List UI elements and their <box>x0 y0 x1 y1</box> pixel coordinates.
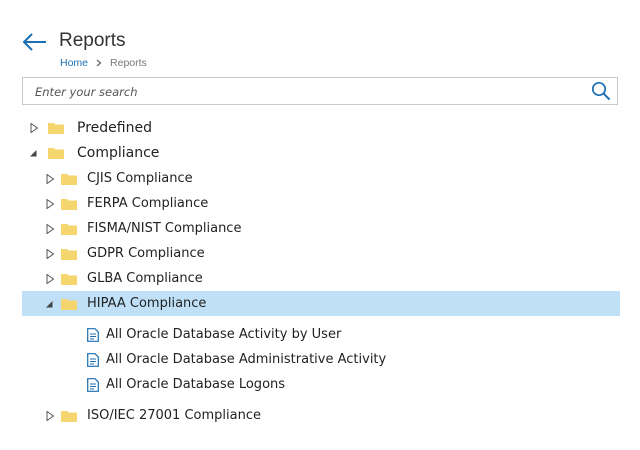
search-icon[interactable] <box>591 81 611 101</box>
breadcrumb-home-link[interactable]: Home <box>60 57 88 69</box>
folder-icon <box>61 248 77 260</box>
tree-item-gdpr-compliance[interactable]: GDPR Compliance <box>22 241 620 266</box>
tree-item-label: GDPR Compliance <box>87 246 205 261</box>
collapse-triangle-icon[interactable] <box>28 148 38 158</box>
tree-item-label: Predefined <box>77 119 152 136</box>
folder-icon <box>61 223 77 235</box>
tree-item-ferpa-compliance[interactable]: FERPA Compliance <box>22 191 620 216</box>
report-document-icon <box>87 352 99 367</box>
report-label: All Oracle Database Logons <box>106 377 286 392</box>
breadcrumb: Home Reports <box>60 57 147 69</box>
folder-icon <box>61 273 77 285</box>
report-label: All Oracle Database Activity by User <box>106 327 342 342</box>
tree-item-label: ISO/IEC 27001 Compliance <box>87 408 261 423</box>
report-item[interactable]: All Oracle Database Administrative Activ… <box>22 347 620 372</box>
folder-icon <box>48 122 64 134</box>
search-input[interactable] <box>33 82 577 102</box>
tree-item-label: FERPA Compliance <box>87 196 209 211</box>
expand-triangle-icon[interactable] <box>45 173 55 184</box>
page-title: Reports <box>59 30 126 51</box>
folder-icon <box>61 410 77 422</box>
folder-icon <box>48 147 64 159</box>
collapse-triangle-icon[interactable] <box>44 299 54 309</box>
report-document-icon <box>87 377 99 392</box>
expand-triangle-icon[interactable] <box>45 273 55 284</box>
tree-item-cjis-compliance[interactable]: CJIS Compliance <box>22 166 620 191</box>
tree-item-iso-iec-27001-compliance[interactable]: ISO/IEC 27001 Compliance <box>22 403 620 428</box>
tree-item-label: Compliance <box>77 144 160 161</box>
folder-icon <box>61 173 77 185</box>
tree-item-fisma-nist-compliance[interactable]: FISMA/NIST Compliance <box>22 216 620 241</box>
report-document-icon <box>87 327 99 342</box>
expand-triangle-icon[interactable] <box>29 122 39 133</box>
tree-item-predefined[interactable]: Predefined <box>22 115 620 140</box>
tree-item-glba-compliance[interactable]: GLBA Compliance <box>22 266 620 291</box>
expand-triangle-icon[interactable] <box>45 223 55 234</box>
report-item[interactable]: All Oracle Database Logons <box>22 372 620 397</box>
report-item[interactable]: All Oracle Database Activity by User <box>22 322 620 347</box>
search-box <box>22 77 618 105</box>
tree-item-compliance[interactable]: Compliance <box>22 140 620 165</box>
expand-triangle-icon[interactable] <box>45 410 55 421</box>
folder-icon <box>61 298 77 310</box>
tree-item-label: FISMA/NIST Compliance <box>87 221 242 236</box>
tree-item-label: HIPAA Compliance <box>87 296 207 311</box>
back-arrow-icon[interactable] <box>22 32 48 52</box>
reports-page: Reports Home Reports Predefined Comp <box>0 0 640 450</box>
breadcrumb-current: Reports <box>110 57 147 69</box>
tree-item-label: GLBA Compliance <box>87 271 203 286</box>
report-label: All Oracle Database Administrative Activ… <box>106 352 387 367</box>
expand-triangle-icon[interactable] <box>45 198 55 209</box>
chevron-right-icon <box>96 59 102 67</box>
tree-item-hipaa-compliance[interactable]: HIPAA Compliance <box>22 291 620 316</box>
expand-triangle-icon[interactable] <box>45 248 55 259</box>
tree-item-label: CJIS Compliance <box>87 171 193 186</box>
folder-icon <box>61 198 77 210</box>
